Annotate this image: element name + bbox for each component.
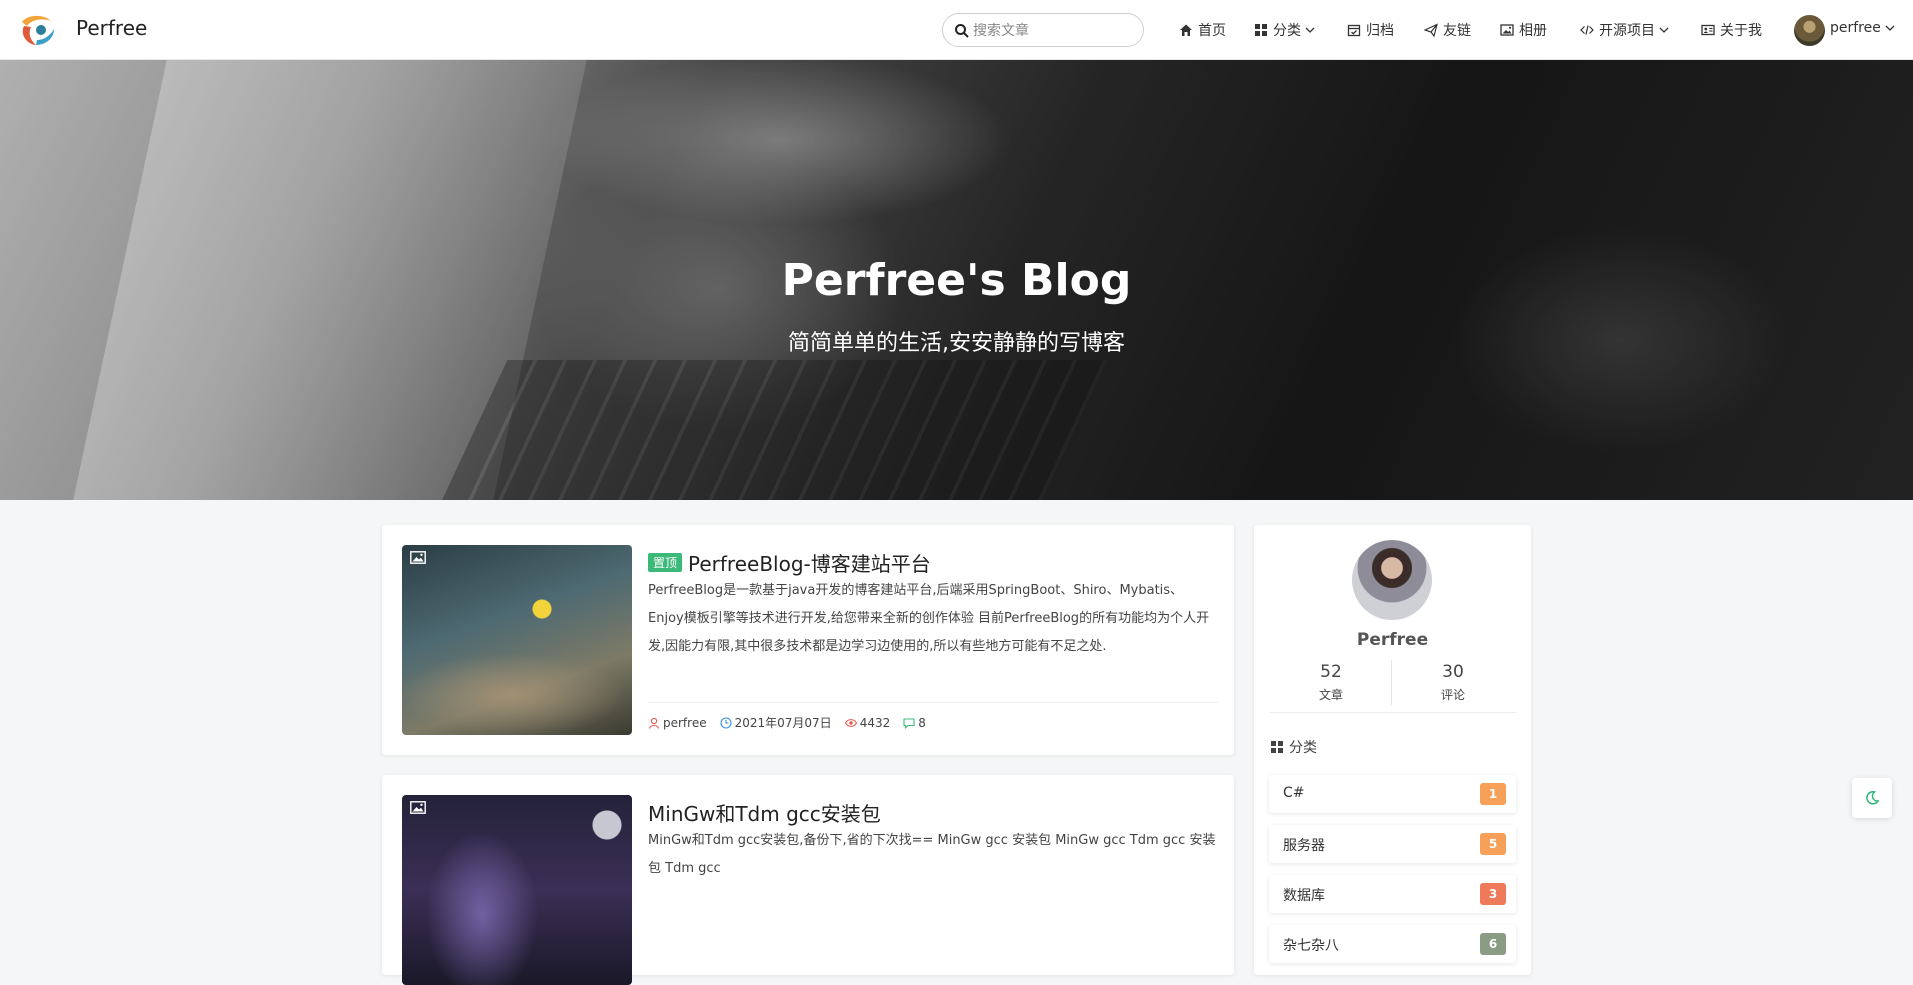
nav-categories-label: 分类	[1273, 23, 1301, 39]
perfree-logo-icon[interactable]	[18, 12, 58, 48]
category-count-badge: 3	[1480, 883, 1506, 905]
top-navbar: Perfree 首页 分类 归档 友链 相册 开源项目 关于我 perfr	[0, 0, 1913, 60]
hero-banner: Perfree's Blog 简简单单的生活,安安静静的写博客	[0, 60, 1913, 500]
category-item-server[interactable]: 服务器 5	[1269, 825, 1516, 863]
article-title[interactable]: MinGw和Tdm gcc安装包	[648, 798, 881, 827]
stat-comments[interactable]: 30 评论	[1393, 662, 1513, 703]
nav-archive-label: 归档	[1366, 23, 1394, 39]
article-title-text[interactable]: MinGw和Tdm gcc安装包	[648, 798, 881, 827]
article-views: 4432	[844, 716, 890, 730]
category-item-database[interactable]: 数据库 3	[1269, 875, 1516, 913]
article-comments: 8	[903, 716, 926, 730]
nav-categories[interactable]: 分类	[1254, 20, 1315, 40]
hero-subtitle: 简简单单的生活,安安静静的写博客	[788, 331, 1125, 356]
category-item-misc[interactable]: 杂七杂八 6	[1269, 925, 1516, 963]
divider	[648, 702, 1218, 703]
article-thumbnail[interactable]	[402, 795, 632, 985]
category-count-badge: 6	[1480, 933, 1506, 955]
image-icon	[410, 801, 426, 814]
profile-sidebar: Perfree 52 文章 30 评论 分类 C# 1 服务器 5 数据库 3 …	[1254, 525, 1531, 975]
article-title[interactable]: 置顶 PerfreeBlog-博客建站平台	[648, 548, 931, 577]
nav-about-label: 关于我	[1720, 23, 1762, 39]
id-card-icon	[1701, 24, 1715, 36]
nav-about[interactable]: 关于我	[1701, 20, 1762, 40]
eye-icon	[844, 718, 857, 727]
nav-links[interactable]: 友链	[1424, 20, 1471, 40]
nav-album[interactable]: 相册	[1500, 20, 1547, 40]
article-meta: perfree 2021年07月07日 4432 8	[648, 714, 939, 731]
dark-mode-toggle-button[interactable]	[1852, 778, 1892, 818]
paper-plane-icon	[1424, 23, 1438, 37]
search-box[interactable]	[942, 13, 1144, 47]
image-icon	[410, 551, 426, 564]
nav-open-source-label: 开源项目	[1599, 23, 1655, 39]
divider	[1269, 712, 1516, 713]
calendar-check-icon	[1347, 24, 1361, 37]
clock-icon	[720, 716, 732, 729]
user-menu[interactable]: perfree	[1830, 20, 1895, 36]
hero-title: Perfree's Blog	[781, 255, 1132, 306]
nav-home[interactable]: 首页	[1179, 20, 1226, 40]
pinned-badge: 置顶	[648, 553, 683, 572]
category-item-csharp[interactable]: C# 1	[1269, 775, 1516, 813]
user-icon	[648, 717, 660, 729]
grid-icon	[1271, 741, 1283, 753]
moon-icon	[1866, 791, 1880, 805]
nav-archive[interactable]: 归档	[1347, 20, 1394, 40]
article-author: perfree	[648, 716, 707, 730]
image-icon	[1500, 24, 1514, 36]
stat-articles[interactable]: 52 文章	[1271, 662, 1391, 703]
profile-avatar	[1352, 540, 1432, 620]
article-card[interactable]: 置顶 PerfreeBlog-博客建站平台 PerfreeBlog是一款基于ja…	[382, 525, 1234, 755]
nav-home-label: 首页	[1198, 23, 1226, 39]
article-summary: PerfreeBlog是一款基于java开发的博客建站平台,后端采用Spring…	[648, 583, 1210, 654]
article-card[interactable]: MinGw和Tdm gcc安装包 MinGw和Tdm gcc安装包,备份下,省的…	[382, 775, 1234, 985]
comment-icon	[903, 717, 915, 729]
category-heading: 分类	[1270, 737, 1317, 757]
nav-album-label: 相册	[1519, 23, 1547, 39]
search-input[interactable]	[973, 19, 1137, 43]
brand-name[interactable]: Perfree	[76, 16, 147, 40]
user-name-label: perfree	[1830, 20, 1881, 36]
chevron-down-icon	[1305, 27, 1315, 33]
home-icon	[1180, 24, 1192, 36]
code-icon	[1580, 25, 1594, 35]
article-title-text[interactable]: PerfreeBlog-博客建站平台	[688, 548, 931, 577]
category-count-badge: 1	[1480, 783, 1506, 805]
category-count-badge: 5	[1480, 833, 1506, 855]
grid-icon	[1255, 24, 1267, 36]
search-icon	[955, 24, 969, 38]
nav-open-source[interactable]: 开源项目	[1580, 20, 1669, 40]
article-date: 2021年07月07日	[720, 714, 832, 731]
profile-name: Perfree	[1356, 630, 1429, 650]
article-thumbnail[interactable]	[402, 545, 632, 735]
chevron-down-icon	[1659, 27, 1669, 33]
article-summary: MinGw和Tdm gcc安装包,备份下,省的下次找== MinGw gcc 安…	[648, 833, 1216, 876]
chevron-down-icon	[1885, 25, 1895, 31]
divider	[1391, 660, 1392, 705]
nav-links-label: 友链	[1443, 23, 1471, 39]
user-avatar[interactable]	[1794, 15, 1825, 46]
